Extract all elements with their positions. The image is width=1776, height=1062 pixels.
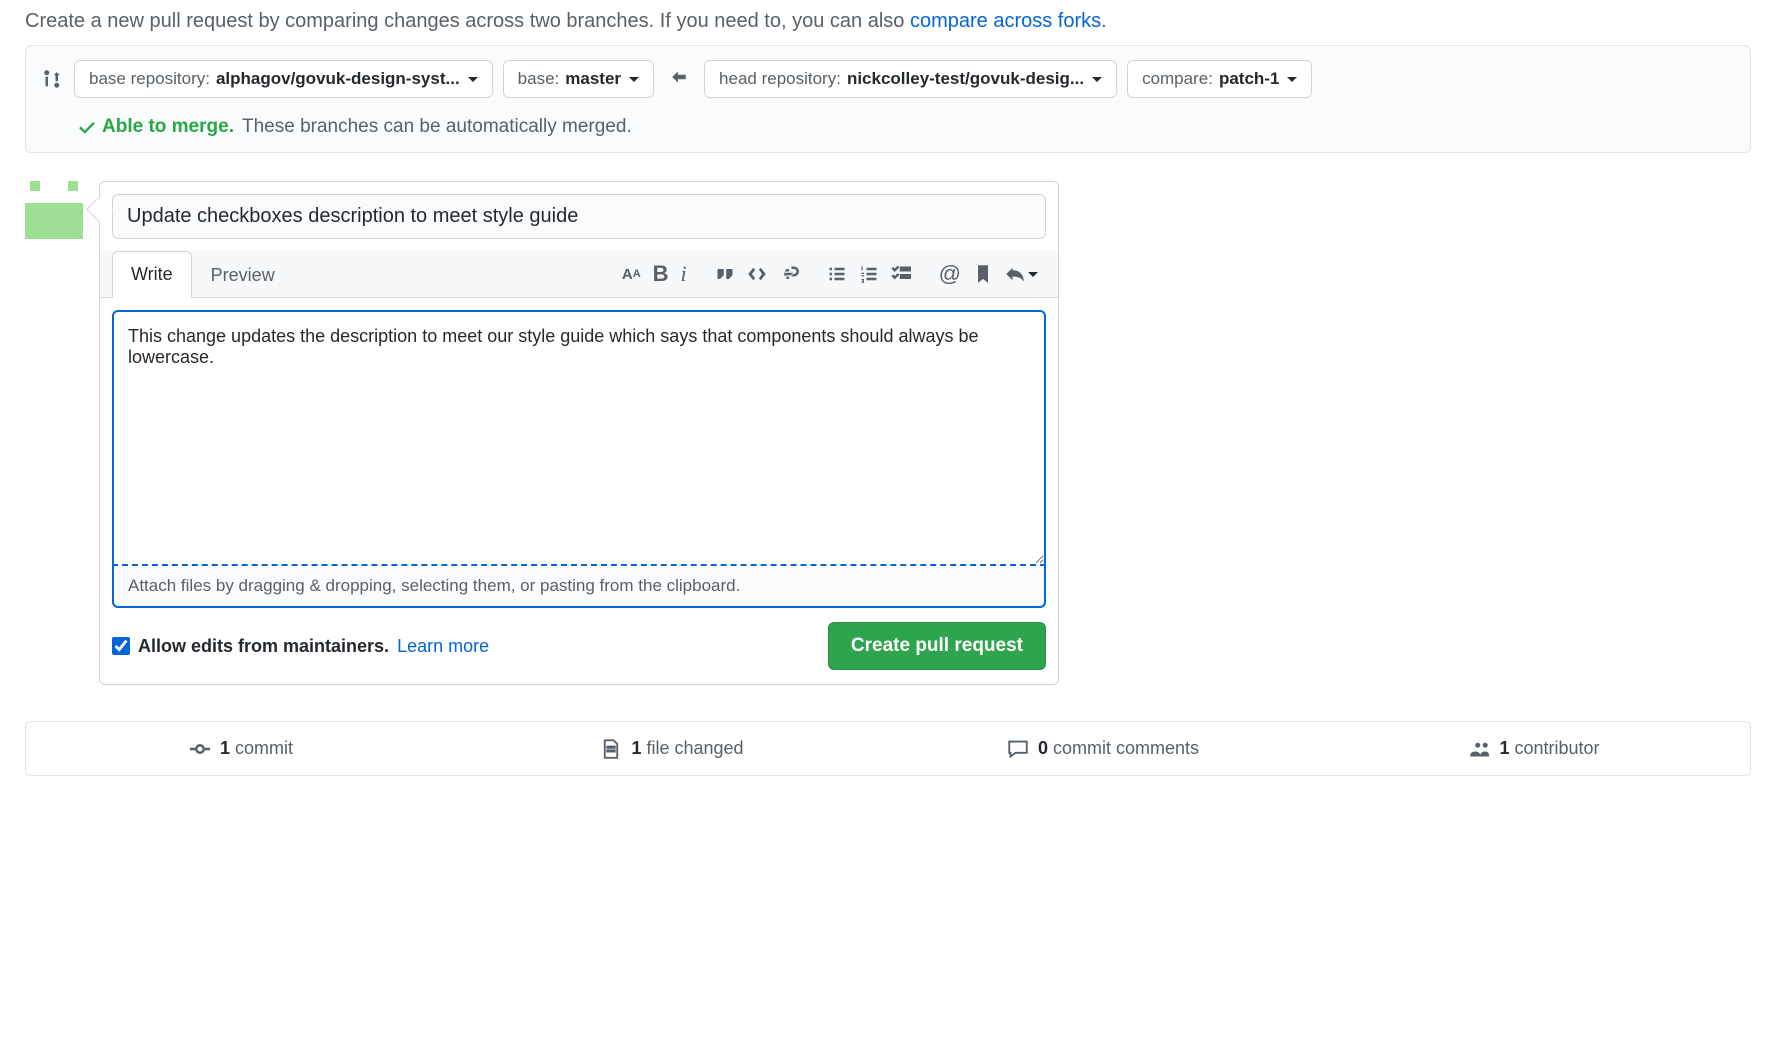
contributors-label: contributor <box>1509 738 1599 758</box>
merge-detail: These branches can be automatically merg… <box>242 116 632 138</box>
stats-bar: 1 commit 1 file changed 0 commit comment… <box>25 721 1751 776</box>
stat-contributors[interactable]: 1 contributor <box>1319 722 1750 775</box>
allow-edits-checkbox[interactable] <box>112 637 130 655</box>
tab-preview[interactable]: Preview <box>192 252 294 298</box>
chevron-down-icon <box>468 77 478 82</box>
contributors-count: 1 <box>1499 738 1509 758</box>
code-icon[interactable] <box>747 264 767 284</box>
base-repo-label: base repository: <box>89 69 210 89</box>
base-repo-selector[interactable]: base repository: alphagov/govuk-design-s… <box>74 60 493 98</box>
stat-commits[interactable]: 1 commit <box>26 722 457 775</box>
italic-icon[interactable]: i <box>681 261 687 287</box>
stat-comments[interactable]: 0 commit comments <box>888 722 1319 775</box>
tab-write[interactable]: Write <box>112 251 192 298</box>
chevron-down-icon <box>629 77 639 82</box>
merge-able-text: Able to merge. <box>102 116 234 138</box>
compare-branch-label: compare: <box>1142 69 1213 89</box>
reply-icon[interactable] <box>1005 264 1038 284</box>
base-repo-value: alphagov/govuk-design-syst... <box>216 69 460 89</box>
compare-box: base repository: alphagov/govuk-design-s… <box>25 45 1751 153</box>
commit-icon <box>190 739 210 759</box>
files-label: file changed <box>641 738 743 758</box>
files-count: 1 <box>631 738 641 758</box>
mention-icon[interactable]: @ <box>939 261 961 287</box>
markdown-toolbar: AA B i @ <box>622 261 1046 287</box>
intro-before: Create a new pull request by comparing c… <box>25 10 910 32</box>
stat-files[interactable]: 1 file changed <box>457 722 888 775</box>
allow-edits-label: Allow edits from maintainers. <box>138 636 389 657</box>
comments-label: commit comments <box>1048 738 1199 758</box>
head-repo-value: nickcolley-test/govuk-desig... <box>847 69 1084 89</box>
bold-icon[interactable]: B <box>653 261 669 287</box>
comments-count: 0 <box>1038 738 1048 758</box>
compare-row: base repository: alphagov/govuk-design-s… <box>42 60 1734 98</box>
compare-branch-value: patch-1 <box>1219 69 1279 89</box>
reference-icon[interactable] <box>973 264 993 284</box>
base-branch-value: master <box>565 69 621 89</box>
merge-able: Able to merge. <box>78 116 234 138</box>
learn-more-link[interactable]: Learn more <box>397 636 489 657</box>
body-wrap: Attach files by dragging & dropping, sel… <box>100 298 1058 620</box>
pr-body-textarea[interactable] <box>112 310 1046 566</box>
pr-title-input[interactable] <box>112 194 1046 239</box>
commits-label: commit <box>230 738 293 758</box>
pr-form: Write Preview AA B i <box>25 181 1751 685</box>
merge-status: Able to merge. These branches can be aut… <box>42 116 1734 138</box>
bullet-list-icon[interactable] <box>827 264 847 284</box>
avatar <box>25 181 83 239</box>
base-branch-label: base: <box>518 69 560 89</box>
comment-icon <box>1008 739 1028 759</box>
chevron-down-icon <box>1092 77 1102 82</box>
attach-hint[interactable]: Attach files by dragging & dropping, sel… <box>112 566 1046 608</box>
pr-card: Write Preview AA B i <box>99 181 1059 685</box>
create-pr-button[interactable]: Create pull request <box>828 622 1046 670</box>
tabs-row: Write Preview AA B i <box>100 251 1058 298</box>
link-icon[interactable] <box>779 264 799 284</box>
task-list-icon[interactable] <box>891 264 911 284</box>
heading-icon[interactable]: AA <box>622 266 641 283</box>
arrow-left-icon <box>664 68 694 91</box>
check-icon <box>78 118 96 136</box>
compare-forks-link[interactable]: compare across forks <box>910 10 1101 32</box>
base-branch-selector[interactable]: base: master <box>503 60 654 98</box>
git-compare-icon <box>42 68 64 90</box>
intro-text: Create a new pull request by comparing c… <box>25 10 1751 33</box>
chevron-down-icon <box>1287 77 1297 82</box>
file-diff-icon <box>601 739 621 759</box>
compare-branch-selector[interactable]: compare: patch-1 <box>1127 60 1312 98</box>
quote-icon[interactable] <box>715 264 735 284</box>
numbered-list-icon[interactable] <box>859 264 879 284</box>
intro-after: . <box>1101 10 1107 32</box>
commits-count: 1 <box>220 738 230 758</box>
head-repo-label: head repository: <box>719 69 841 89</box>
footer-row: Allow edits from maintainers. Learn more… <box>100 620 1058 684</box>
allow-edits[interactable]: Allow edits from maintainers. Learn more <box>112 636 489 657</box>
head-repo-selector[interactable]: head repository: nickcolley-test/govuk-d… <box>704 60 1117 98</box>
people-icon <box>1469 739 1489 759</box>
